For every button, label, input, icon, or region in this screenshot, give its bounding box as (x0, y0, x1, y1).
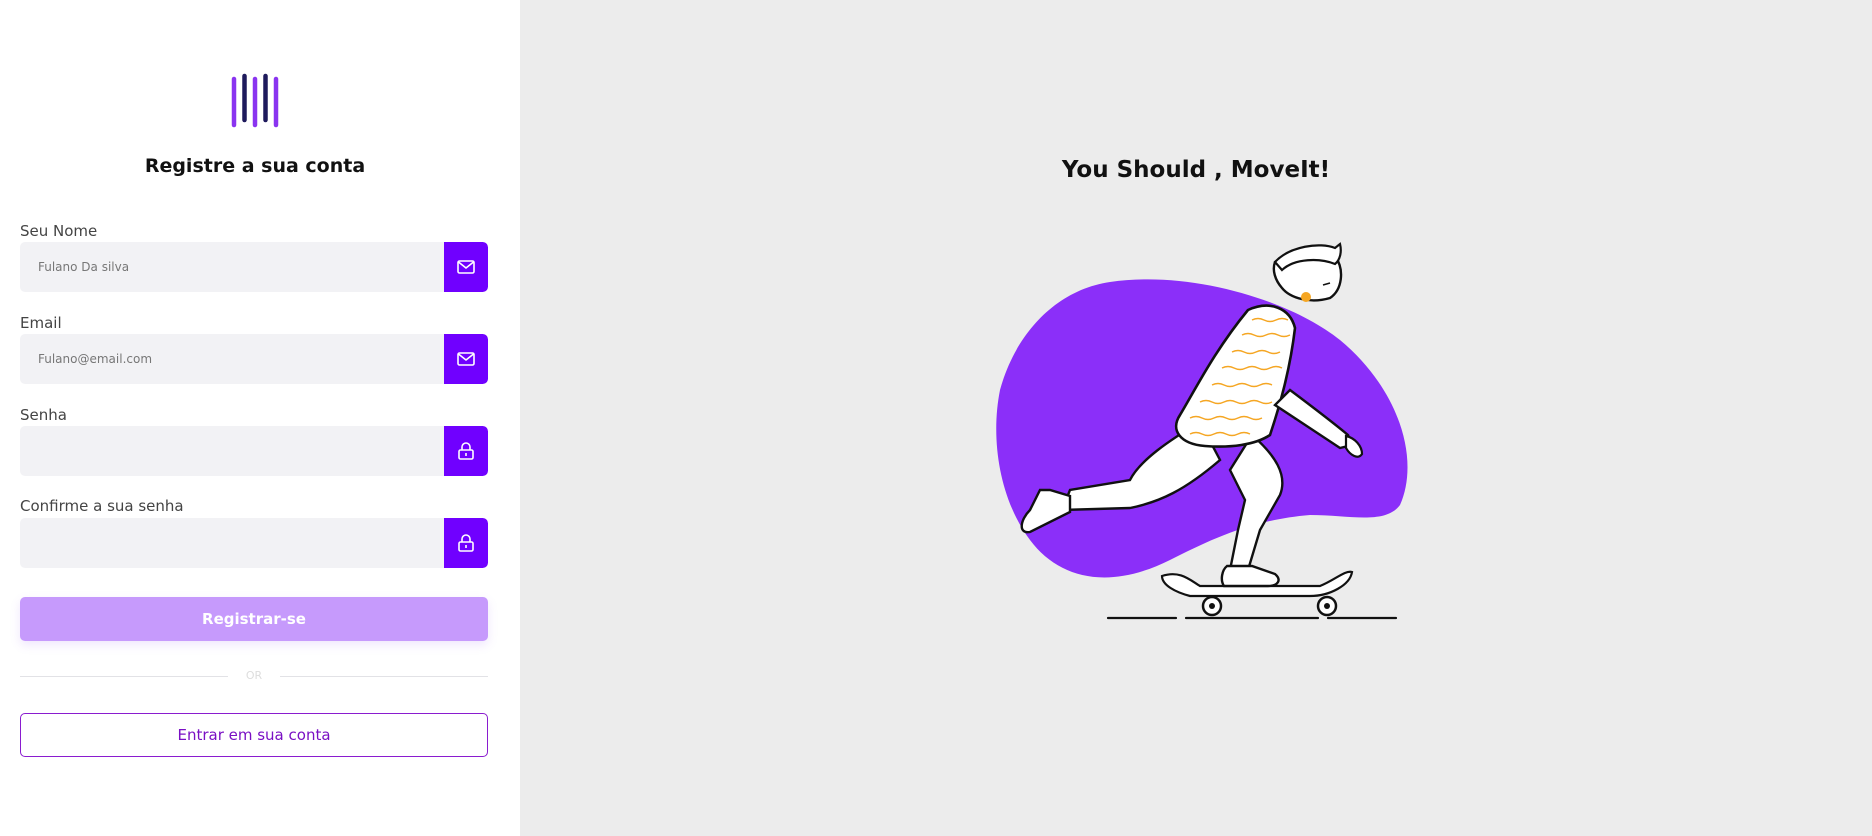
confirm-password-field-button[interactable] (444, 518, 488, 568)
email-field-button[interactable] (444, 334, 488, 384)
register-button[interactable]: Registrar-se (20, 597, 488, 641)
divider-right (280, 676, 488, 677)
hero-panel: You Should , MoveIt! (520, 0, 1872, 836)
mail-icon (457, 260, 475, 274)
name-label: Seu Nome (20, 222, 98, 240)
lock-icon (458, 534, 474, 552)
name-input[interactable] (20, 242, 444, 292)
password-field (20, 426, 488, 476)
logo-icon (231, 73, 279, 128)
lock-icon (458, 442, 474, 460)
confirm-password-input[interactable] (20, 518, 444, 568)
email-input[interactable] (20, 334, 444, 384)
password-label: Senha (20, 406, 67, 424)
confirm-password-label: Confirme a sua senha (20, 497, 184, 515)
mail-icon (457, 352, 475, 366)
password-input[interactable] (20, 426, 444, 476)
name-field-button[interactable] (444, 242, 488, 292)
hero-title: You Should , MoveIt! (1061, 157, 1331, 183)
login-button[interactable]: Entrar em sua conta (20, 713, 488, 757)
register-panel: Registre a sua conta Seu Nome Email Senh… (0, 0, 520, 836)
password-field-button[interactable] (444, 426, 488, 476)
confirm-password-field (20, 518, 488, 568)
form-title: Registre a sua conta (144, 155, 366, 177)
divider-or: OR (245, 669, 263, 682)
divider-left (20, 676, 228, 677)
email-label: Email (20, 314, 62, 332)
email-field (20, 334, 488, 384)
skateboarder-illustration (996, 242, 1408, 620)
name-field (20, 242, 488, 292)
